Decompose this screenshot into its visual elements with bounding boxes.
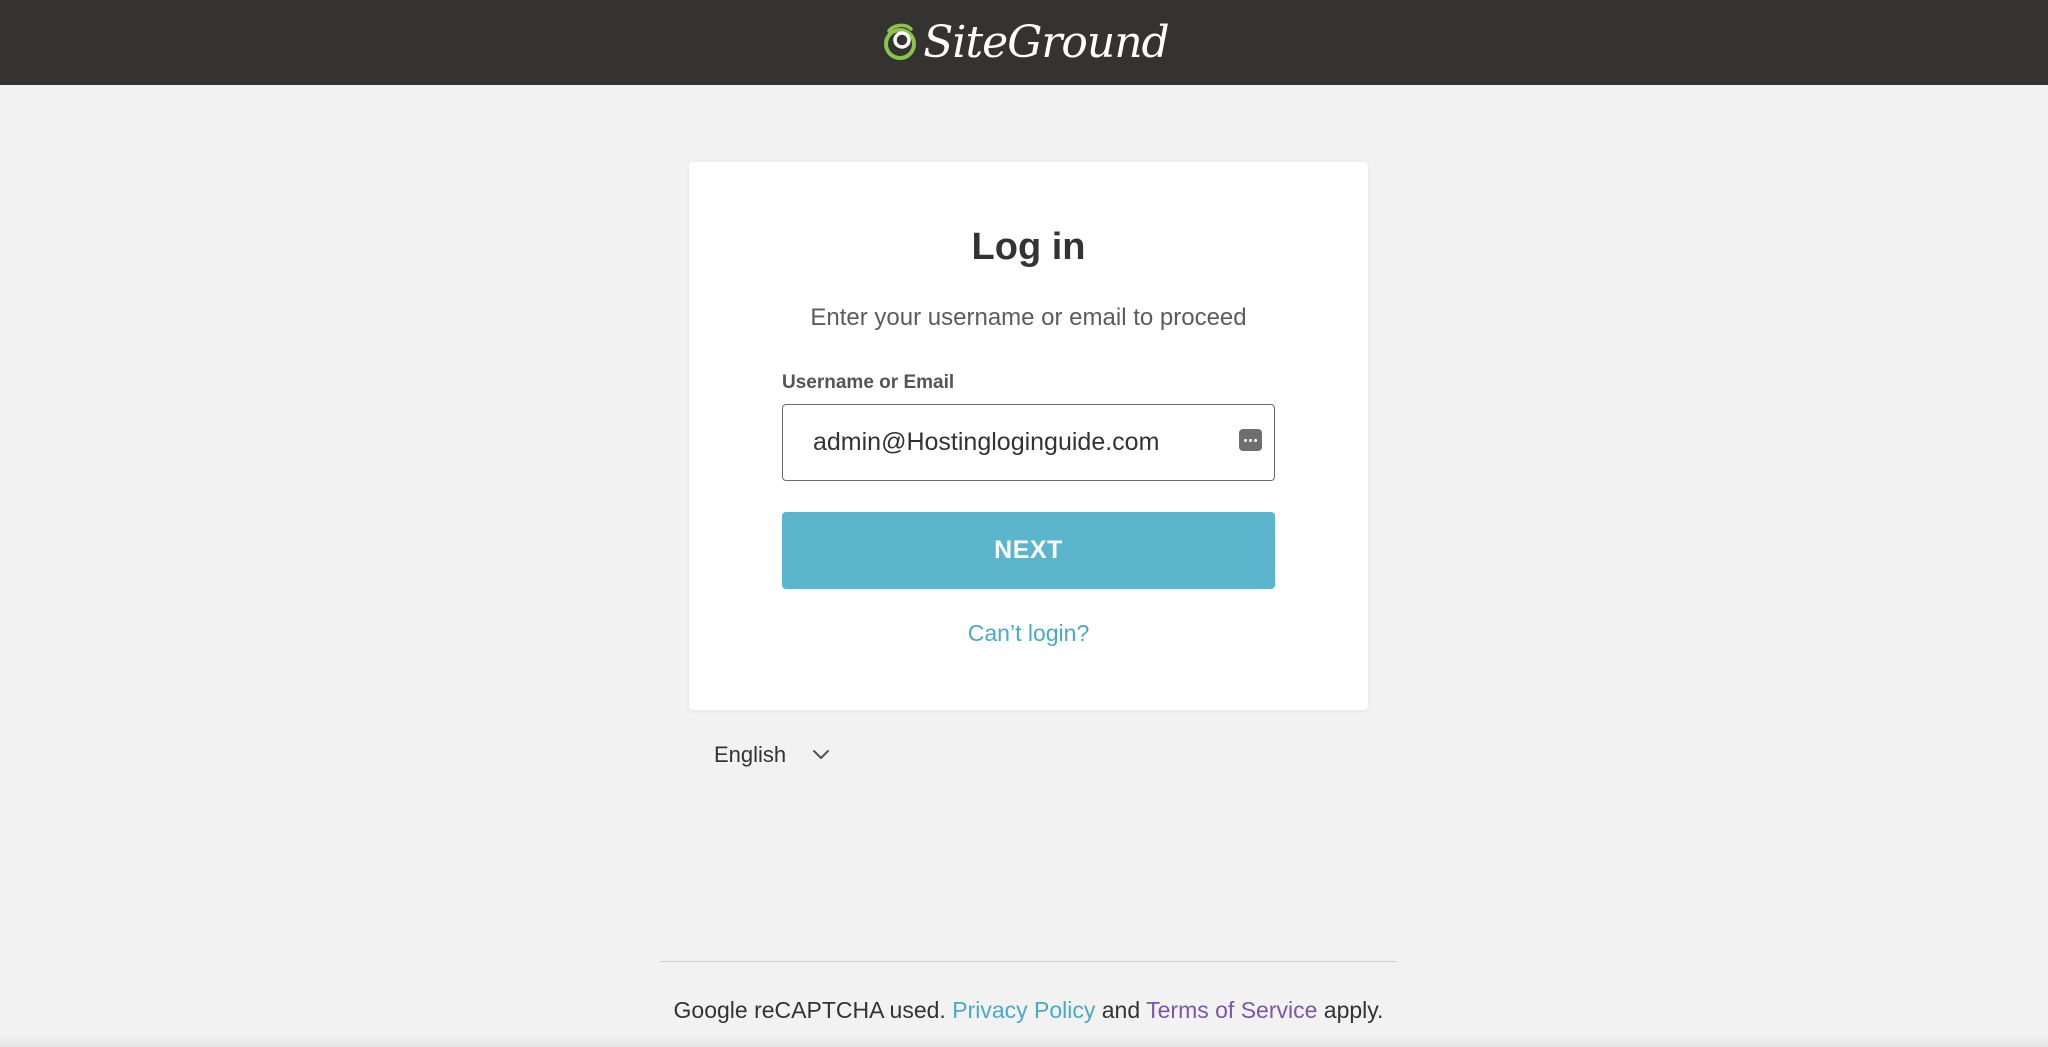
language-selected-label: English xyxy=(714,742,787,767)
recaptcha-notice-and: and xyxy=(1101,997,1141,1023)
password-manager-icon[interactable] xyxy=(1239,429,1262,451)
siteground-logo[interactable]: SiteGround xyxy=(883,16,1170,68)
bottom-shadow xyxy=(0,1032,2048,1047)
recaptcha-notice: Google reCAPTCHA used. Privacy Policy an… xyxy=(0,997,2048,1024)
footer-divider xyxy=(660,961,1397,962)
chevron-down-icon xyxy=(813,750,830,759)
page-subtitle: Enter your username or email to proceed xyxy=(810,304,1247,331)
language-select[interactable]: English xyxy=(714,742,830,768)
privacy-policy-link[interactable]: Privacy Policy xyxy=(952,997,1095,1023)
username-field-label: Username or Email xyxy=(782,372,955,393)
siteground-logo-icon xyxy=(884,23,917,60)
page-title: Log in xyxy=(971,226,1086,268)
brand-name: SiteGround xyxy=(923,16,1169,68)
terms-of-service-link[interactable]: Terms of Service xyxy=(1146,997,1317,1023)
recaptcha-notice-prefix: Google reCAPTCHA used. xyxy=(673,997,946,1023)
cant-login-link[interactable]: Can’t login? xyxy=(0,620,2048,647)
next-button[interactable]: NEXT xyxy=(782,512,1275,589)
recaptcha-notice-suffix: apply. xyxy=(1323,997,1384,1023)
username-input[interactable] xyxy=(813,405,1213,479)
top-bar: SiteGround xyxy=(0,0,2048,85)
username-field[interactable] xyxy=(782,404,1275,481)
